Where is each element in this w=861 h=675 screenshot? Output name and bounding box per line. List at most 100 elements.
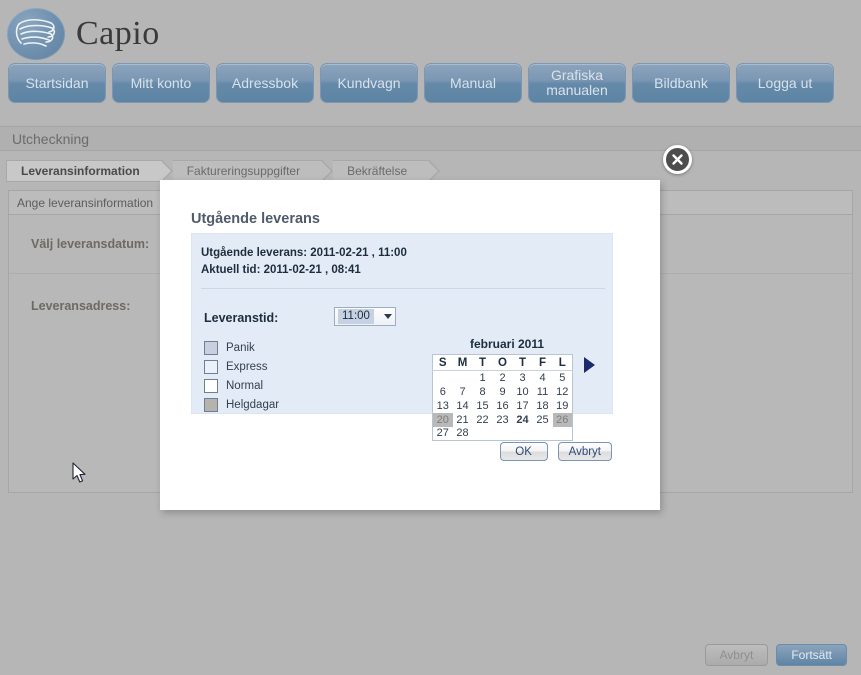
calendar-day-15[interactable]: 15 (472, 398, 493, 413)
legend-item-express[interactable]: Express (204, 357, 279, 376)
info-line-current-time: Aktuell tid: 2011-02-21 , 08:41 (201, 264, 361, 276)
dialog-title: Utgående leverans (191, 211, 320, 227)
calendar-day-13[interactable]: 13 (432, 398, 453, 413)
dialog-ok-button[interactable]: OK (499, 442, 548, 461)
calendar-day-26[interactable]: 26 (552, 412, 573, 427)
delivery-time-label: Leveranstid: (204, 311, 279, 325)
delivery-time-select[interactable]: 11:00 (334, 307, 396, 326)
delivery-time-value: 11:00 (338, 309, 374, 324)
calendar-day-24[interactable]: 24 (512, 412, 533, 427)
nav-item-mitt-konto[interactable]: Mitt konto (112, 63, 210, 103)
nav-label-line2: manualen (546, 82, 608, 98)
calendar-day-6[interactable]: 6 (432, 384, 453, 399)
dialog-cancel-button[interactable]: Avbryt (557, 442, 612, 461)
calendar-weekday-2: T (472, 354, 493, 371)
calendar-weekday-6: L (552, 354, 573, 371)
step-label: Bekräftelse (347, 163, 408, 178)
outgoing-delivery-dialog: Utgående leverans Utgående leverans: 201… (160, 180, 660, 510)
calendar-day-3[interactable]: 3 (512, 370, 533, 385)
nav-item-logga-ut[interactable]: Logga ut (736, 63, 834, 103)
calendar-weekday-5: F (532, 354, 553, 371)
dialog-content-box: Utgående leverans: 2011-02-21 , 11:00 Ak… (191, 233, 613, 441)
step-faktureringsuppgifter[interactable]: Faktureringsuppgifter (172, 159, 334, 182)
info-line-outgoing: Utgående leverans: 2011-02-21 , 11:00 (201, 247, 407, 259)
chevron-down-icon (384, 314, 392, 319)
calendar-day-8[interactable]: 8 (472, 384, 493, 399)
calendar-weekday-row: SMTOTFL (432, 354, 573, 371)
legend-label: Express (226, 360, 268, 373)
calendar-day-27[interactable]: 27 (432, 426, 453, 441)
calendar-weekday-1: M (452, 354, 473, 371)
calendar-day-empty (552, 426, 573, 441)
capio-scribble-icon (7, 8, 65, 60)
nav-item-bildbank[interactable]: Bildbank (632, 63, 730, 103)
calendar-day-14[interactable]: 14 (452, 398, 473, 413)
calendar-day-21[interactable]: 21 (452, 412, 473, 427)
calendar-day-23[interactable]: 23 (492, 412, 513, 427)
page-continue-button[interactable]: Fortsätt (776, 644, 847, 666)
step-label: Leveransinformation (21, 163, 140, 178)
calendar-week-row: 20 21 22 23 24 25 26 (432, 412, 573, 427)
mouse-cursor (72, 462, 88, 489)
swatch-helgdagar (204, 397, 218, 412)
calendar-day-4[interactable]: 4 (532, 370, 553, 385)
site-header: Capio Startsidan Mitt konto Adressbok Ku… (0, 0, 861, 112)
page-cancel-button[interactable]: Avbryt (704, 644, 769, 666)
page-title-band: Utcheckning (0, 126, 861, 151)
nav-item-grafiska-manualen[interactable]: Grafiska manualen (528, 63, 626, 103)
step-label: Faktureringsuppgifter (186, 163, 301, 178)
calendar-day-11[interactable]: 11 (532, 384, 553, 399)
nav-item-adressbok[interactable]: Adressbok (216, 63, 314, 103)
calendar-day-empty (532, 426, 553, 441)
calendar-day-1[interactable]: 1 (472, 370, 493, 385)
dialog-divider (201, 288, 605, 289)
page-title: Utcheckning (12, 130, 90, 147)
nav-item-kundvagn[interactable]: Kundvagn (320, 63, 418, 103)
calendar-day-7[interactable]: 7 (452, 384, 473, 399)
legend-item-normal[interactable]: Normal (204, 376, 279, 395)
calendar-day-10[interactable]: 10 (512, 384, 533, 399)
delivery-info-text: Utgående leverans: 2011-02-21 , 11:00 Ak… (192, 234, 612, 279)
row-label: Leveransadress: (31, 299, 131, 313)
calendar-week-row: 27 28 (432, 426, 573, 441)
calendar-day-22[interactable]: 22 (472, 412, 493, 427)
calendar-day-16[interactable]: 16 (492, 398, 513, 413)
step-leveransinformation[interactable]: Leveransinformation (6, 159, 173, 182)
delivery-type-legend: Panik Express Normal Helgdagar (204, 338, 279, 414)
calendar-day-17[interactable]: 17 (512, 398, 533, 413)
checkout-steps: Leveransinformation Faktureringsuppgifte… (0, 159, 861, 182)
legend-item-helgdagar[interactable]: Helgdagar (204, 395, 279, 414)
swatch-normal (204, 378, 218, 393)
calendar-day-28[interactable]: 28 (452, 426, 473, 441)
brand-logo[interactable]: Capio (7, 8, 160, 60)
legend-label: Panik (226, 341, 255, 354)
calendar-day-2[interactable]: 2 (492, 370, 513, 385)
arrow-right-icon[interactable] (584, 357, 595, 373)
calendar-day-empty (452, 370, 473, 385)
calendar-day-18[interactable]: 18 (532, 398, 553, 413)
main-navigation: Startsidan Mitt konto Adressbok Kundvagn… (8, 63, 834, 103)
calendar-day-empty (432, 370, 453, 385)
calendar-week-row: 12345 (432, 370, 573, 385)
calendar-day-9[interactable]: 9 (492, 384, 513, 399)
calendar-month-title: februari 2011 (469, 337, 545, 351)
swatch-express (204, 359, 218, 374)
legend-label: Normal (226, 379, 264, 392)
nav-label-line1: Grafiska (550, 67, 604, 83)
calendar-day-5[interactable]: 5 (552, 370, 573, 385)
calendar-day-19[interactable]: 19 (552, 398, 573, 413)
calendar-day-20[interactable]: 20 (432, 412, 453, 427)
legend-item-panik[interactable]: Panik (204, 338, 279, 357)
legend-label: Helgdagar (226, 398, 280, 411)
calendar-day-12[interactable]: 12 (552, 384, 573, 399)
page-footer-actions: Avbryt Fortsätt (704, 644, 847, 666)
step-bekraftelse[interactable]: Bekräftelse (333, 159, 441, 182)
calendar-weekday-0: S (432, 354, 453, 371)
close-circle-icon[interactable] (663, 145, 692, 174)
nav-item-startsidan[interactable]: Startsidan (8, 63, 106, 103)
nav-item-manual[interactable]: Manual (424, 63, 522, 103)
calendar-day-empty (492, 426, 513, 441)
brand-name: Capio (76, 15, 160, 52)
calendar-week-row: 13 14 15 16 17 18 19 (432, 398, 573, 413)
calendar-day-25[interactable]: 25 (532, 412, 553, 427)
